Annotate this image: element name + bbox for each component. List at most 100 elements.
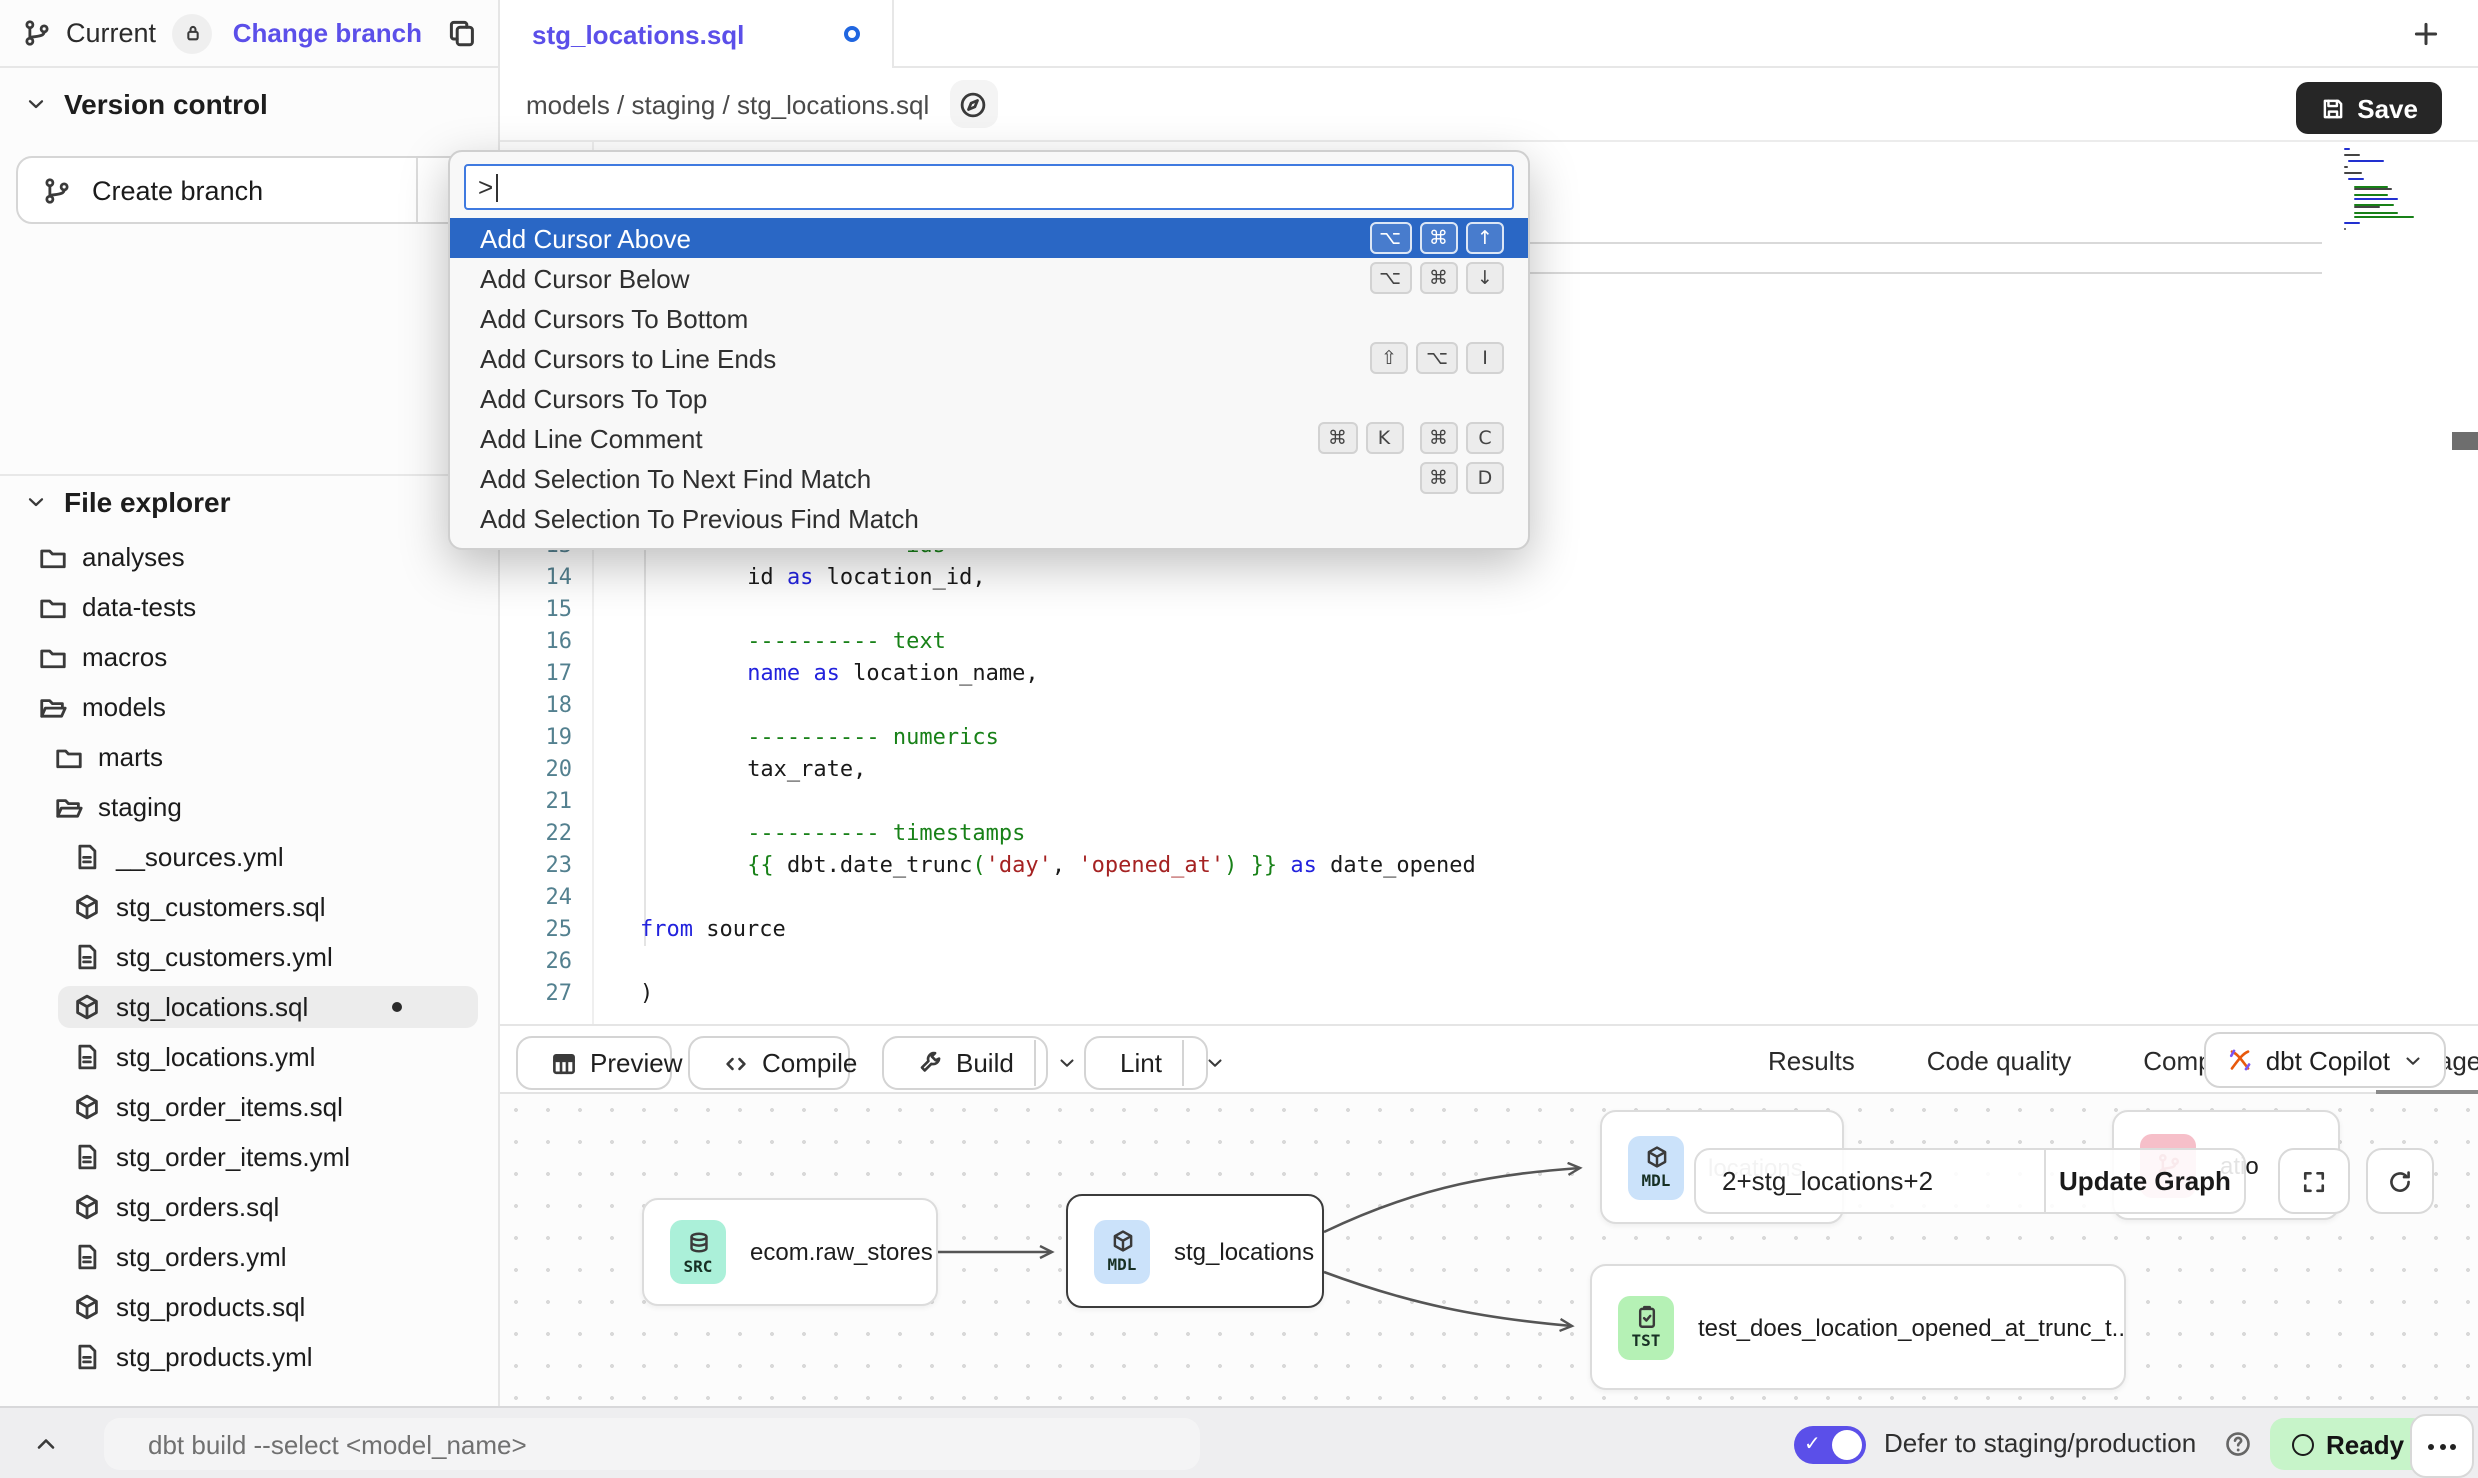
lineage-canvas[interactable]: MDL locations atio SRC ecom.raw_stores [500, 1094, 2478, 1406]
keycap: ⇧ [1370, 342, 1408, 374]
file-label: stg_locations.yml [116, 1042, 315, 1072]
fullscreen-button[interactable] [2278, 1148, 2350, 1214]
unsaved-changes-dot [844, 26, 860, 42]
command-item-add-selection-to-previous-find-match[interactable]: Add Selection To Previous Find Match [450, 498, 1528, 538]
file-tree-item-staging[interactable]: staging [40, 786, 478, 828]
line-number: 24 [500, 882, 572, 914]
lineage-node-stg-locations[interactable]: MDL stg_locations [1066, 1194, 1324, 1308]
command-item-add-cursors-to-line-ends[interactable]: Add Cursors to Line Ends⇧⌥I [450, 338, 1528, 378]
file-tree-item-stg-locations-sql[interactable]: stg_locations.sql [58, 986, 478, 1028]
lineage-node-test[interactable]: TST test_does_location_opened_at_trunc_t… [1590, 1264, 2126, 1390]
file-explorer-header[interactable]: File explorer [24, 486, 478, 518]
folder-open-icon [38, 692, 68, 722]
tab-code-quality[interactable]: Code quality [1927, 1026, 2072, 1096]
dbt-copilot-button[interactable]: dbt Copilot [2204, 1032, 2446, 1088]
more-options-button[interactable] [2410, 1414, 2474, 1478]
folder-icon [38, 642, 68, 672]
chevron-up-icon[interactable] [32, 1430, 60, 1458]
command-item-add-selection-to-next-find-match[interactable]: Add Selection To Next Find Match⌘D [450, 458, 1528, 498]
file-tree: analyses data-tests macros models marts stagi… [0, 536, 498, 1386]
file-tree-item-macros[interactable]: macros [24, 636, 478, 678]
file-label: stg_order_items.yml [116, 1142, 350, 1172]
file-tree-item-stg-order-items-sql[interactable]: stg_order_items.sql [58, 1086, 478, 1128]
file-tree-item-stg-customers-yml[interactable]: stg_customers.yml [58, 936, 478, 978]
compile-button[interactable]: Compile [688, 1036, 850, 1090]
keycap: ⌘ [1318, 422, 1357, 454]
command-palette-input[interactable]: > [464, 164, 1514, 210]
file-tree-item-stg-products-sql[interactable]: stg_products.sql [58, 1286, 478, 1328]
defer-toggle[interactable]: ✓ [1794, 1426, 1866, 1464]
refresh-icon [2386, 1167, 2414, 1195]
refresh-button[interactable] [2366, 1148, 2434, 1214]
help-icon[interactable] [2224, 1430, 2252, 1458]
folder-open-icon [54, 792, 84, 822]
command-palette: > Add Cursor Above⌥⌘↑Add Cursor Below⌥⌘↓… [448, 150, 1530, 550]
cube-icon [72, 1292, 102, 1322]
preview-button[interactable]: Preview [516, 1036, 672, 1090]
git-branch-icon [22, 18, 52, 48]
version-control-header[interactable]: Version control [24, 88, 474, 120]
code-line-24: 24 [500, 882, 2478, 914]
command-item-add-cursors-to-top[interactable]: Add Cursors To Top [450, 378, 1528, 418]
chevron-down-icon [1056, 1052, 1078, 1074]
keycap: ⌥ [1369, 262, 1411, 294]
explore-shortcut[interactable] [949, 80, 997, 128]
file-explorer-title: File explorer [64, 486, 231, 518]
line-number: 23 [500, 850, 572, 882]
tab-stg-locations-sql[interactable]: stg_locations.sql [500, 0, 894, 68]
create-branch-button[interactable]: Create branch [16, 156, 484, 224]
command-item-add-cursors-to-bottom[interactable]: Add Cursors To Bottom [450, 298, 1528, 338]
file-label: stg_orders.sql [116, 1192, 279, 1222]
badge-label: TST [1632, 1332, 1661, 1350]
file-tree-item-stg-orders-yml[interactable]: stg_orders.yml [58, 1236, 478, 1278]
shortcut-keys: ⌘K⌘C [1318, 422, 1504, 454]
file-tree-item-data-tests[interactable]: data-tests [24, 586, 478, 628]
new-tab-icon[interactable] [2410, 18, 2442, 50]
minimap[interactable] [2344, 148, 2412, 232]
save-label: Save [2357, 93, 2418, 123]
badge-label: MDL [1642, 1172, 1671, 1190]
file-tree-item-models[interactable]: models [24, 686, 478, 728]
file-tree-item-stg-customers-sql[interactable]: stg_customers.sql [58, 886, 478, 928]
file-tree-item-marts[interactable]: marts [40, 736, 478, 778]
command-item-add-line-comment[interactable]: Add Line Comment⌘K⌘C [450, 418, 1528, 458]
file-label: analyses [82, 542, 185, 572]
file-icon [72, 1042, 102, 1072]
file-tree-item-stg-order-items-yml[interactable]: stg_order_items.yml [58, 1136, 478, 1178]
breadcrumb: models / staging / stg_locations.sql [526, 89, 929, 119]
line-number: 22 [500, 818, 572, 850]
change-branch-link[interactable]: Change branch [233, 18, 422, 48]
file-label: macros [82, 642, 167, 672]
copy-icon[interactable] [446, 17, 478, 49]
lock-icon [181, 22, 203, 44]
scrollbar-thumb[interactable] [2452, 432, 2478, 450]
file-label: staging [98, 792, 182, 822]
update-graph-button[interactable]: Update Graph [2044, 1150, 2244, 1212]
code-line-16: 16---------- text [500, 626, 2478, 658]
lint-dropdown[interactable] [1182, 1040, 1238, 1086]
lint-button[interactable]: Lint [1084, 1036, 1208, 1090]
cli-command-input[interactable]: dbt build --select <model_name> [104, 1418, 1200, 1470]
command-item-add-cursor-above[interactable]: Add Cursor Above⌥⌘↑ [450, 218, 1528, 258]
editor-tab-bar: stg_locations.sql [500, 0, 2478, 68]
editor-toolbar: Preview Compile Build Lint Results Code q… [500, 1024, 2478, 1094]
tab-results[interactable]: Results [1768, 1026, 1855, 1096]
code-line-21: 21 [500, 786, 2478, 818]
keycap: ⌥ [1369, 222, 1411, 254]
save-button[interactable]: Save [2295, 82, 2442, 134]
lineage-selector-input[interactable]: 2+stg_locations+2 [1696, 1150, 2044, 1212]
file-tree-item-stg-products-yml[interactable]: stg_products.yml [58, 1336, 478, 1378]
lineage-node-source[interactable]: SRC ecom.raw_stores [642, 1198, 938, 1306]
command-item-add-cursor-below[interactable]: Add Cursor Below⌥⌘↓ [450, 258, 1528, 298]
file-tree-item-stg-orders-sql[interactable]: stg_orders.sql [58, 1186, 478, 1228]
line-number: 18 [500, 690, 572, 722]
build-button[interactable]: Build [882, 1036, 1048, 1090]
build-dropdown[interactable] [1034, 1040, 1090, 1086]
file-tree-item-analyses[interactable]: analyses [24, 536, 478, 578]
branch-lock-badge [172, 13, 212, 53]
file-tree-item--sources-yml[interactable]: __sources.yml [58, 836, 478, 878]
keycap: C [1466, 422, 1504, 454]
file-label: __sources.yml [116, 842, 284, 872]
sidebar-divider [0, 474, 498, 476]
file-tree-item-stg-locations-yml[interactable]: stg_locations.yml [58, 1036, 478, 1078]
